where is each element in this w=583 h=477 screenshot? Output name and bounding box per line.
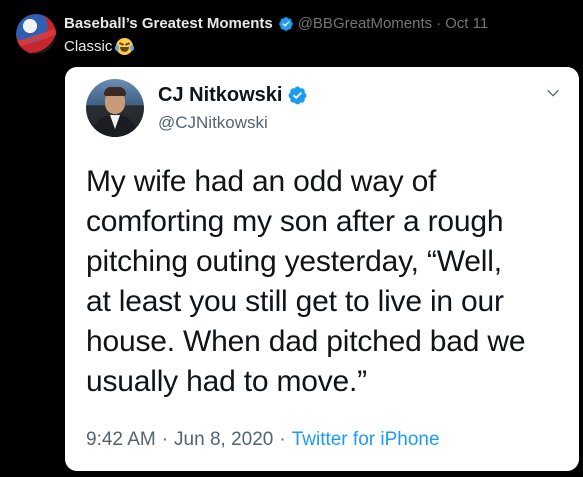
outer-tweet-time[interactable]: Oct 11 <box>445 15 488 32</box>
quoted-author-handle[interactable]: @CJNitkowski <box>158 113 268 133</box>
quoted-tweet-line: comforting my son after a rough <box>86 205 504 238</box>
tweet-source-link[interactable]: Twitter for iPhone <box>292 429 440 450</box>
quoted-author-name-row: CJ Nitkowski <box>158 84 312 107</box>
verified-badge-icon <box>289 86 307 105</box>
avatar-hair <box>104 87 126 96</box>
quoted-tweet-line: pitching outing yesterday, “Well, <box>86 245 502 278</box>
emoji-mouth <box>120 47 130 52</box>
verified-badge-icon <box>278 16 293 31</box>
quoted-tweet-time[interactable]: 9:42 AM <box>86 429 156 450</box>
outer-tweet-header: Baseball’s Greatest Moments @BBGreatMome… <box>64 15 488 32</box>
quoted-tweet-date[interactable]: Jun 8, 2020 <box>174 429 273 450</box>
outer-author-handle[interactable]: @BBGreatMoments <box>298 15 432 32</box>
outer-tweet-text-content: Classic <box>64 38 113 55</box>
avatar-streak <box>16 24 56 50</box>
emoji-tear-left <box>115 45 120 51</box>
quoted-tweet-body: My wife had an odd way of comforting my … <box>86 162 566 402</box>
quoted-author-name[interactable]: CJ Nitkowski <box>158 84 282 107</box>
quoted-tweet-meta: 9:42 AM · Jun 8, 2020 · Twitter for iPhone <box>86 429 440 451</box>
quoted-tweet-line: at least you still get to live in our <box>86 285 504 318</box>
face-with-tears-of-joy-icon <box>115 38 135 55</box>
emoji-eye-left <box>119 42 125 46</box>
quoted-tweet-line: house. When dad pitched bad we <box>86 325 526 358</box>
quoted-author-avatar[interactable] <box>86 79 144 137</box>
quoted-tweet-line: My wife had an odd way of <box>86 165 437 198</box>
outer-author-name[interactable]: Baseball’s Greatest Moments <box>64 15 273 32</box>
outer-tweet-text: Classic <box>64 38 135 55</box>
quoted-tweet-card[interactable]: CJ Nitkowski @CJNitkowski My wife had an… <box>65 67 579 471</box>
meta-separator: · <box>279 429 286 450</box>
emoji-tear-right <box>130 45 135 51</box>
chevron-down-icon[interactable] <box>545 85 561 101</box>
meta-separator: · <box>161 429 169 450</box>
outer-author-avatar[interactable] <box>16 14 56 54</box>
quoted-tweet-line: usually had to move.” <box>86 365 367 398</box>
header-separator: · <box>436 15 442 32</box>
